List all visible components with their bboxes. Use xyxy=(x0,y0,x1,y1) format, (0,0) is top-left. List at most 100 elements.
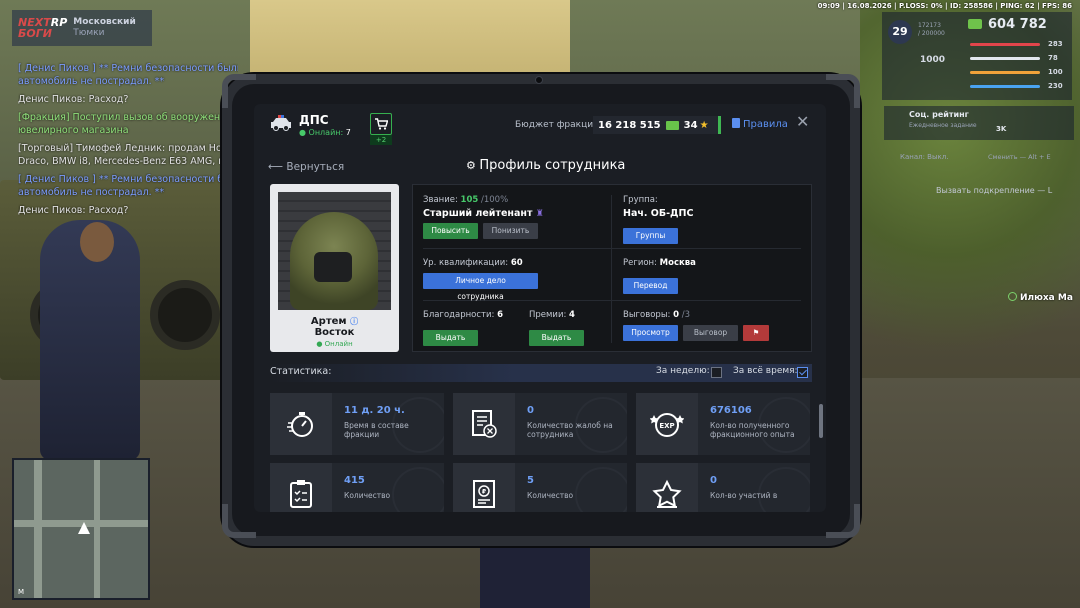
rank-insignia-icon: ♜ xyxy=(535,209,544,219)
chat-line: Денис Пиков: Расход? xyxy=(18,205,129,216)
server-logo: NEXTRP БОГИ Московский Тюмки xyxy=(12,10,152,46)
stat-value: 0 xyxy=(710,475,717,486)
close-icon[interactable]: ✕ xyxy=(796,114,809,130)
group-label: Группа: xyxy=(623,195,658,205)
hunger-value: 100 xyxy=(1048,68,1063,76)
police-car-icon xyxy=(271,115,291,131)
stat-value: 415 xyxy=(344,475,365,486)
social-rating-value: 3K xyxy=(996,125,1007,133)
qualification-cell: Ур. квалификации: 60 Личное дело сотрудн… xyxy=(423,258,538,303)
chat-line: [Фракция] Поступил вызов об вооруженном xyxy=(18,112,238,123)
personal-file-button[interactable]: Личное дело сотрудника xyxy=(423,273,538,301)
minimap-road xyxy=(94,460,100,598)
stat-caption: Количество xyxy=(344,491,391,500)
building xyxy=(250,0,570,90)
divider xyxy=(611,195,612,343)
all-time-checkbox[interactable] xyxy=(797,367,808,378)
region-cell: Регион: Москва Перевод xyxy=(623,258,696,294)
stat-value: 0 xyxy=(527,405,534,416)
stat-caption: Количество xyxy=(527,491,574,500)
groups-button[interactable]: Группы xyxy=(623,228,678,244)
employee-info-panel: Звание: 105 /100% Старший лейтенант ♜ По… xyxy=(412,184,812,352)
budget-label: Бюджет фракции: xyxy=(515,120,602,130)
card-background-icon xyxy=(392,467,444,512)
card-background-icon xyxy=(758,467,810,512)
page-title: ⚙ Профиль сотрудника xyxy=(466,158,626,173)
view-warnings-button[interactable]: Просмотр xyxy=(623,325,678,341)
stat-card: 415 Количество xyxy=(270,463,444,512)
hunger-bar xyxy=(970,71,1040,74)
week-checkbox[interactable] xyxy=(711,367,722,378)
week-filter-label: За неделю: xyxy=(656,366,710,376)
stat-card: EXP 676106 Кол-во полученного фракционно… xyxy=(636,393,810,455)
stat-card: 0 Количество жалоб на сотрудника xyxy=(453,393,627,455)
social-rating-title: Соц. рейтинг xyxy=(909,110,969,119)
stat-value: 11 д. 20 ч. xyxy=(344,405,405,416)
verified-icon: ⓘ xyxy=(350,317,359,326)
voice-icon xyxy=(1008,292,1017,301)
frame-corner xyxy=(222,74,256,108)
stat-caption: Количество жалоб на сотрудника xyxy=(527,421,613,439)
bonus-value: 1000 xyxy=(920,55,946,65)
status-line: 09:09 | 16.08.2026 | P.LOSS: 0% | ID: 25… xyxy=(817,2,1072,10)
stat-caption: Кол-во участий в xyxy=(710,491,778,500)
frame-corner xyxy=(826,74,860,108)
tablet-camera xyxy=(535,76,543,84)
minimap-road xyxy=(34,460,42,598)
face-mask xyxy=(314,252,352,282)
logo-mark: NEXTRP БОГИ xyxy=(18,16,68,40)
cash-icon xyxy=(968,19,982,29)
faction-header: ДПС ● Онлайн: 7 +2 Бюджет фракции: 16 21… xyxy=(254,104,826,146)
level-badge: 29 xyxy=(888,20,912,44)
stat-card: 11 д. 20 ч. Время в составе фракции xyxy=(270,393,444,455)
armor-bar xyxy=(970,57,1040,60)
chat-log: [ Денис Пиков ] ** Ремни безопасности бы… xyxy=(18,62,238,222)
dismiss-user-icon[interactable]: ⚑ xyxy=(743,325,769,341)
budget-points: 34 xyxy=(683,119,698,131)
chat-line: [ Денис Пиков ] ** Ремни безопасности бы… xyxy=(18,63,238,74)
cart-icon xyxy=(374,118,388,130)
nearby-player-tag: Илюха Ма xyxy=(1008,292,1073,303)
transfer-button[interactable]: Перевод xyxy=(623,278,678,294)
rank-label: Звание: 105 /100% xyxy=(423,195,509,205)
svg-text:EXP: EXP xyxy=(659,422,674,430)
stat-value: 5 xyxy=(527,475,534,486)
card-background-icon xyxy=(575,467,627,512)
complaint-icon xyxy=(453,393,515,455)
budget-box: 16 218 515 34 ★ xyxy=(593,116,721,134)
back-button[interactable]: ⟵ Вернуться xyxy=(268,161,344,173)
health-bar xyxy=(970,43,1040,46)
shop-cart-button[interactable] xyxy=(370,113,392,135)
stat-card: 0 Кол-во участий в xyxy=(636,463,810,512)
minimap-label: M xyxy=(18,588,25,596)
warnings-label: Выговоры: 0 /3 xyxy=(623,310,690,320)
demote-button[interactable]: Понизить xyxy=(483,223,538,239)
minimap: M xyxy=(12,458,150,600)
employee-photo xyxy=(278,192,391,310)
rules-link[interactable]: Правила xyxy=(732,118,788,130)
statistics-label: Статистика: xyxy=(270,366,332,377)
tablet-screen: ДПС ● Онлайн: 7 +2 Бюджет фракции: 16 21… xyxy=(254,104,826,512)
chat-line: автомобиль не пострадал. ** xyxy=(18,187,165,198)
scrollbar-thumb[interactable] xyxy=(819,404,823,438)
give-bonus-button[interactable]: Выдать xyxy=(529,330,584,346)
clipboard-icon xyxy=(270,463,332,512)
statistics-bar xyxy=(270,364,812,382)
all-time-filter-label: За всё время: xyxy=(733,366,798,376)
region-label: Регион: Москва xyxy=(623,258,696,268)
group-name: Нач. ОБ-ДПС xyxy=(623,208,694,219)
stat-value: 676106 xyxy=(710,405,752,416)
give-thanks-button[interactable]: Выдать xyxy=(423,330,478,346)
cart-badge: +2 xyxy=(370,135,392,145)
officer-head xyxy=(80,222,114,262)
armor-value: 78 xyxy=(1048,54,1058,62)
qualification-label: Ур. квалификации: 60 xyxy=(423,258,523,268)
promote-button[interactable]: Повысить xyxy=(423,223,478,239)
chat-line: [ Денис Пиков ] ** Ремни безопасности бы… xyxy=(18,174,238,185)
stat-card: ₽ 5 Количество xyxy=(453,463,627,512)
stat-caption: Время в составе фракции xyxy=(344,421,409,439)
truck-wheel xyxy=(150,280,220,350)
warn-button[interactable]: Выговор xyxy=(683,325,738,341)
exp-icon: EXP xyxy=(636,393,698,455)
chat-line: ювелирного магазина xyxy=(18,125,129,136)
